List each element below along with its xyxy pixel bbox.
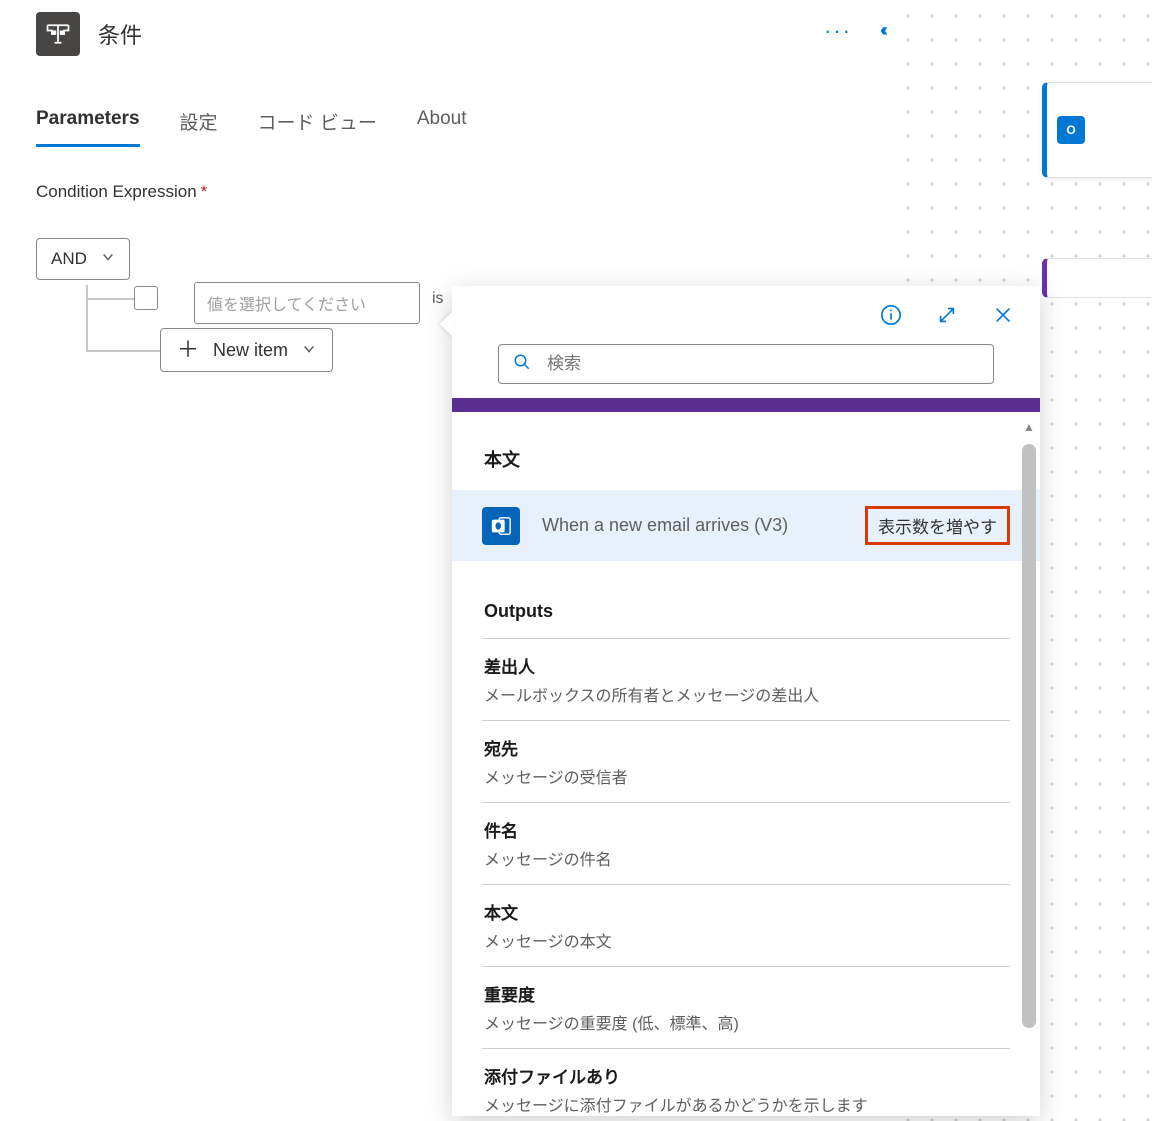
chevron-down-icon (302, 340, 316, 361)
search-input[interactable] (498, 344, 994, 384)
canvas-node-trigger[interactable]: O (1042, 82, 1152, 178)
operator-text: AND (51, 249, 87, 269)
tree-connector (86, 285, 88, 351)
output-desc: メールボックスの所有者とメッセージの差出人 (484, 682, 1008, 706)
action-name: When a new email arrives (V3) (542, 515, 843, 536)
condition-icon (36, 12, 80, 56)
panel-header: 条件 (36, 12, 892, 56)
output-item[interactable]: 宛先メッセージの受信者 (482, 720, 1010, 802)
chevron-down-icon (101, 249, 115, 269)
output-desc: メッセージの受信者 (484, 764, 1008, 788)
tree-connector (86, 298, 134, 300)
plus-icon: ＋ (177, 339, 199, 361)
search-icon (513, 353, 531, 376)
output-name: 差出人 (484, 653, 1008, 678)
condition-value-input[interactable]: 値を選択してください (194, 282, 420, 324)
new-item-label: New item (213, 340, 288, 361)
outlook-icon: O (1057, 116, 1085, 144)
output-item[interactable]: 添付ファイルありメッセージに添付ファイルがあるかどうかを示します (482, 1048, 1010, 1116)
output-desc: メッセージの重要度 (低、標準、高) (484, 1010, 1008, 1034)
outputs-list: 差出人メールボックスの所有者とメッセージの差出人宛先メッセージの受信者件名メッセ… (482, 638, 1010, 1116)
flyout-scroll-area[interactable]: 本文 When a new email arrives (V3) 表示数を増やす… (452, 398, 1040, 1116)
show-more-button[interactable]: 表示数を増やす (865, 506, 1010, 545)
output-item[interactable]: 差出人メールボックスの所有者とメッセージの差出人 (482, 638, 1010, 720)
previous-action-strip (452, 398, 1040, 412)
tree-connector (86, 350, 160, 352)
canvas-node-action[interactable] (1042, 258, 1152, 298)
condition-group-operator[interactable]: AND (36, 238, 130, 280)
trigger-action-row[interactable]: When a new email arrives (V3) 表示数を増やす (452, 490, 1040, 561)
tab-settings[interactable]: 設定 (180, 108, 218, 147)
required-asterisk: * (201, 182, 208, 201)
expand-icon[interactable] (936, 304, 958, 326)
placeholder-text: 値を選択してください (207, 291, 366, 315)
tabs: Parameters 設定 コード ビュー About (36, 108, 466, 147)
output-desc: メッセージの件名 (484, 846, 1008, 870)
output-name: 重要度 (484, 981, 1008, 1006)
more-menu-button[interactable]: ··· (824, 26, 852, 36)
info-icon[interactable] (880, 304, 902, 326)
outlook-icon (482, 507, 520, 545)
condition-row-checkbox[interactable] (134, 286, 158, 310)
scrollbar-thumb[interactable] (1022, 444, 1036, 1028)
flyout-toolbar (452, 286, 1040, 344)
tab-codeview[interactable]: コード ビュー (258, 108, 377, 147)
panel-title: 条件 (98, 18, 142, 50)
output-name: 宛先 (484, 735, 1008, 760)
output-name: 添付ファイルあり (484, 1063, 1008, 1088)
output-item[interactable]: 本文メッセージの本文 (482, 884, 1010, 966)
section-header-body: 本文 (482, 412, 1010, 490)
scrollbar-arrow-up[interactable]: ▲ (1022, 420, 1036, 434)
output-name: 本文 (484, 899, 1008, 924)
tab-parameters[interactable]: Parameters (36, 108, 140, 147)
dynamic-content-flyout: 本文 When a new email arrives (V3) 表示数を増やす… (452, 286, 1040, 1116)
output-desc: メッセージの本文 (484, 928, 1008, 952)
close-icon[interactable] (992, 304, 1014, 326)
tab-about[interactable]: About (417, 108, 467, 147)
new-item-button[interactable]: ＋ New item (160, 328, 333, 372)
search-field[interactable] (547, 354, 979, 374)
output-item[interactable]: 件名メッセージの件名 (482, 802, 1010, 884)
condition-expression-label: Condition Expression* (36, 182, 207, 202)
output-desc: メッセージに添付ファイルがあるかどうかを示します (484, 1092, 1008, 1116)
output-name: 件名 (484, 817, 1008, 842)
output-item[interactable]: 重要度メッセージの重要度 (低、標準、高) (482, 966, 1010, 1048)
outputs-header: Outputs (482, 561, 1010, 638)
collapse-panel-button[interactable]: ‹‹ (882, 20, 892, 41)
flyout-pointer (440, 310, 454, 338)
operator-fragment: is (432, 290, 444, 308)
